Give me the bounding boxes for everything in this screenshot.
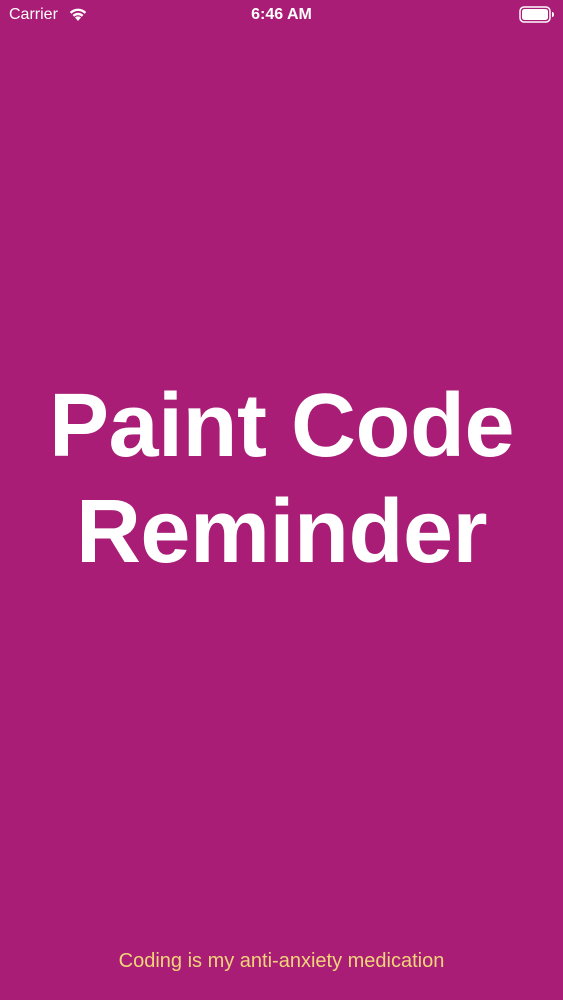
app-title: Paint Code Reminder bbox=[0, 373, 563, 585]
title-line-1: Paint Code bbox=[48, 376, 515, 476]
battery-icon bbox=[519, 6, 555, 23]
status-bar: Carrier 6:46 AM bbox=[0, 0, 563, 30]
tagline: Coding is my anti-anxiety medication bbox=[118, 950, 445, 972]
status-time: 6:46 AM bbox=[251, 6, 312, 23]
title-line-2: Reminder bbox=[75, 482, 488, 582]
